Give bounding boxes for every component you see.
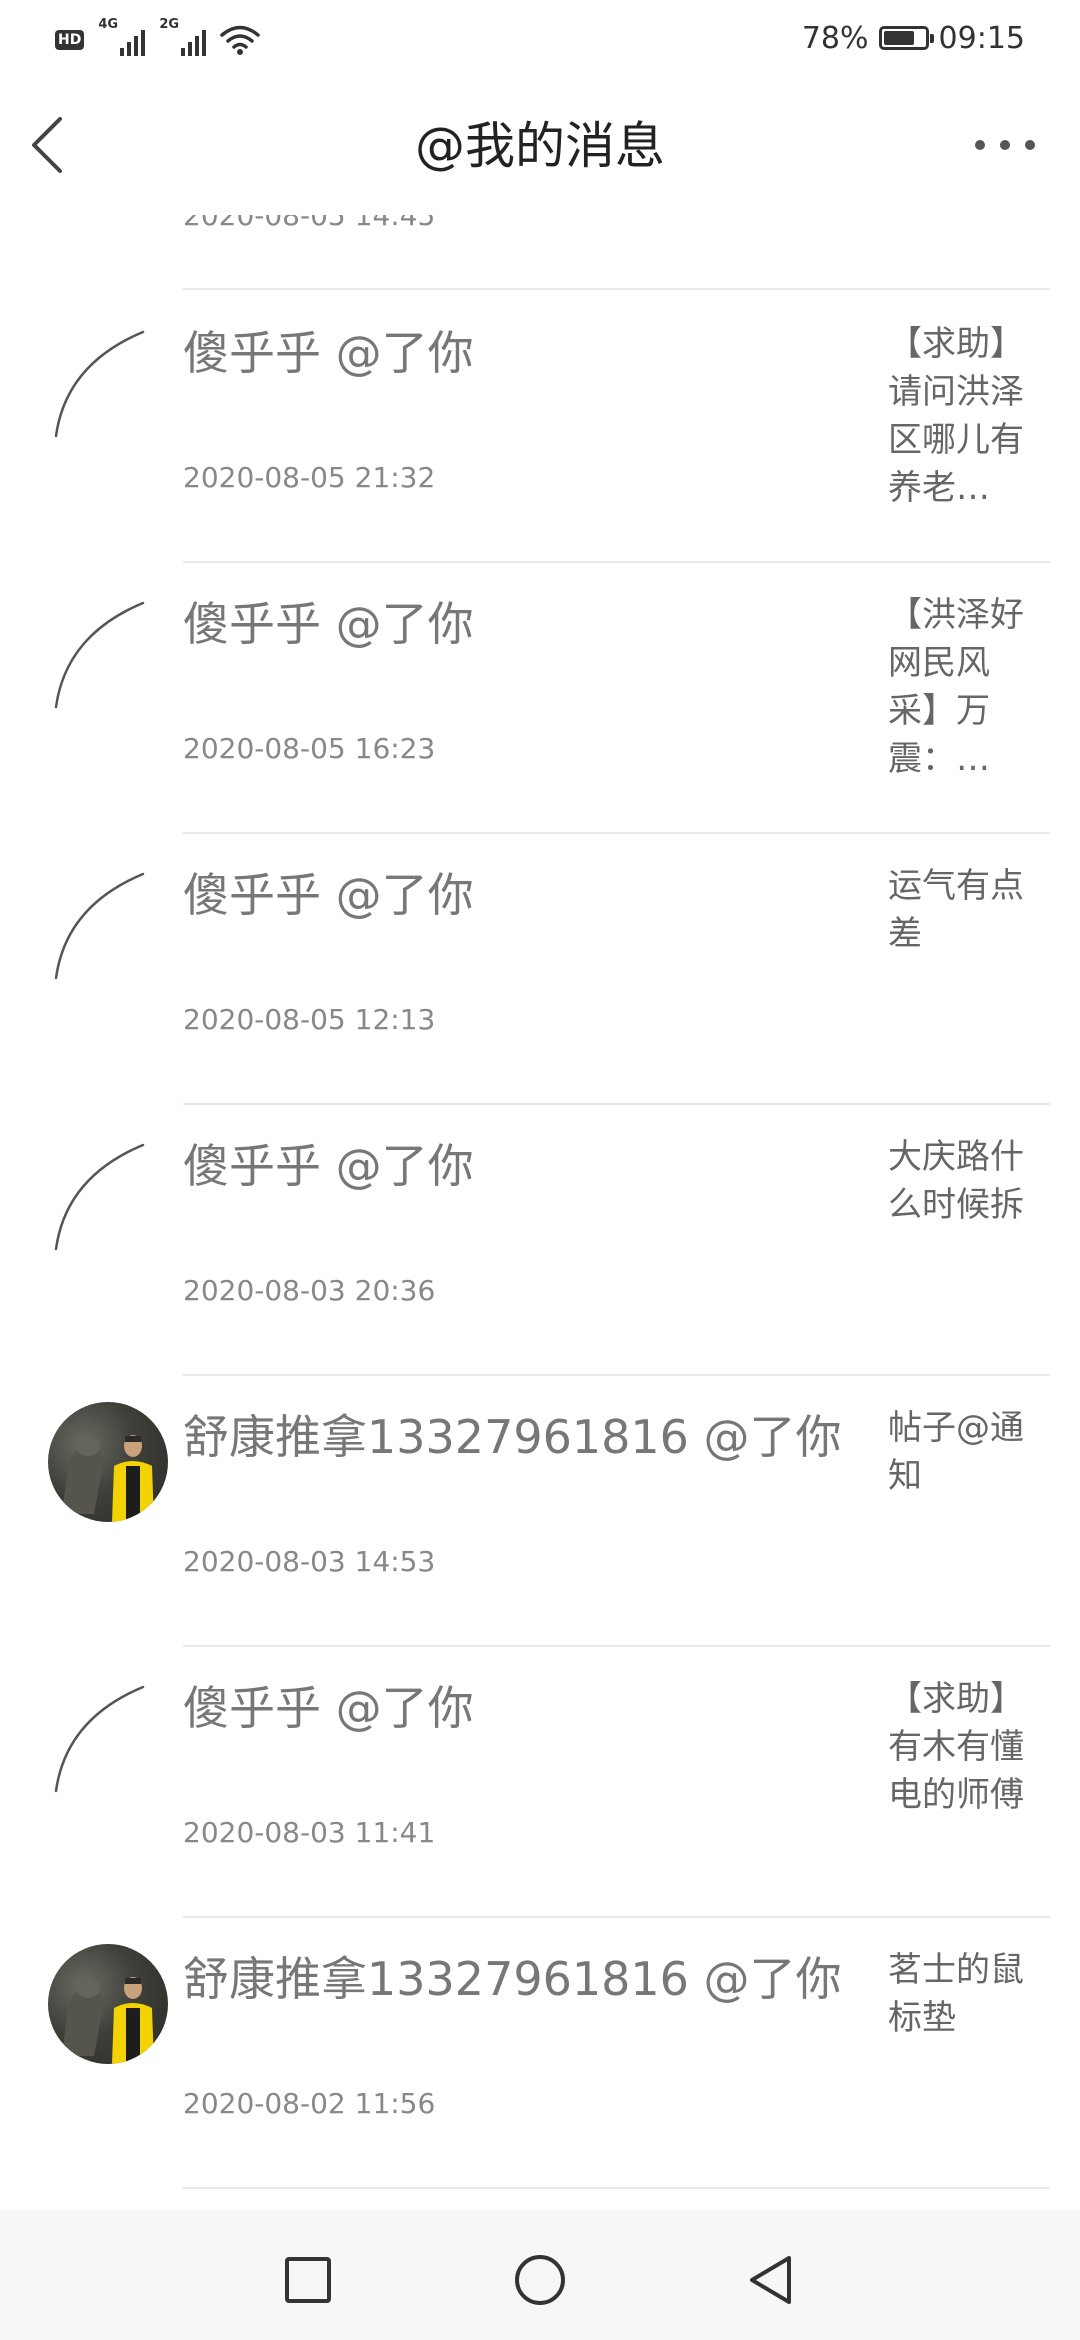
list-item[interactable]: 傻乎乎 @了你 2020-08-05 21:32 【求助】请问洪泽区哪儿有养老… — [0, 290, 1080, 561]
message-time: 2020-08-03 14:53 — [183, 1545, 436, 1578]
system-nav-bar — [0, 2210, 1080, 2340]
avatar[interactable] — [48, 1402, 168, 1522]
hd-badge: HD — [55, 30, 85, 50]
message-time: 2020-08-03 11:41 — [183, 1816, 436, 1849]
message-title: 舒康推拿13327961816 @了你 — [183, 1410, 842, 1464]
clock: 09:15 — [938, 20, 1025, 56]
avatar-loading-icon[interactable] — [48, 1131, 168, 1251]
battery-icon — [878, 26, 934, 50]
message-title: 傻乎乎 @了你 — [183, 326, 474, 380]
post-snippet[interactable]: 【求助】请问洪泽区哪儿有养老… — [888, 320, 1038, 512]
signal-2g: 2G — [159, 17, 207, 56]
screen: HD 4G 2G 78% 09:15 @我的消息 2020-08-05 14:4… — [0, 0, 1080, 2340]
network-4g-label: 4G — [98, 17, 119, 32]
list-item-partial[interactable]: 2020-08-05 14:45 — [0, 215, 1080, 290]
post-snippet[interactable]: 【洪泽好网民风采】万震：… — [888, 591, 1038, 783]
status-right: 78% 09:15 — [802, 18, 1025, 58]
avatar[interactable] — [48, 1944, 168, 2064]
avatar-loading-icon[interactable] — [48, 589, 168, 709]
status-left: HD 4G 2G — [55, 17, 261, 56]
message-time: 2020-08-05 16:23 — [183, 732, 436, 765]
message-time: 2020-08-05 21:32 — [183, 461, 436, 494]
message-time: 2020-08-05 14:45 — [183, 215, 436, 232]
post-snippet[interactable]: 【求助】有木有懂电的师傅 — [888, 1675, 1038, 1819]
avatar-loading-icon[interactable] — [48, 318, 168, 438]
message-title: 傻乎乎 @了你 — [183, 1139, 474, 1193]
post-snippet[interactable]: 茗士的鼠标垫 — [888, 1946, 1038, 2042]
circle-icon[interactable] — [510, 2250, 570, 2310]
message-title: 舒康推拿13327961816 @了你 — [183, 1952, 842, 2006]
page-title: @我的消息 — [415, 117, 665, 175]
post-snippet[interactable]: 帖子@通知 — [888, 1404, 1038, 1500]
list-item[interactable]: 舒康推拿13327961816 @了你 2020-08-02 11:56 茗士的鼠标… — [0, 1916, 1080, 2187]
triangle-back-icon[interactable] — [742, 2250, 802, 2310]
avatar-loading-icon[interactable] — [48, 1673, 168, 1793]
list-item[interactable]: 舒康推拿13327961816 @了你 2020-08-03 14:53 帖子@通知 — [0, 1374, 1080, 1645]
message-time: 2020-08-03 20:36 — [183, 1274, 436, 1307]
wifi-icon — [220, 24, 261, 56]
battery-fill — [883, 31, 914, 45]
list-item[interactable]: 傻乎乎 @了你 2020-08-03 20:36 大庆路什么时候拆 — [0, 1103, 1080, 1374]
more-dots-icon[interactable] — [975, 135, 1035, 155]
post-snippet[interactable]: 大庆路什么时候拆 — [888, 1133, 1038, 1229]
message-list[interactable]: 2020-08-05 14:45 傻乎乎 @了你 2020-08-05 21:32… — [0, 215, 1080, 2210]
message-title: 傻乎乎 @了你 — [183, 1681, 474, 1735]
divider — [183, 2187, 1050, 2189]
list-item[interactable]: 傻乎乎 @了你 2020-08-05 12:13 运气有点差 — [0, 832, 1080, 1103]
signal-4g: 4G — [98, 17, 146, 56]
message-title: 傻乎乎 @了你 — [183, 597, 474, 651]
status-bar: HD 4G 2G 78% 09:15 — [0, 0, 1080, 75]
network-2g-label: 2G — [159, 17, 180, 32]
list-item[interactable]: 傻乎乎 @了你 2020-08-05 16:23 【洪泽好网民风采】万震：… — [0, 561, 1080, 832]
battery-percent: 78% — [801, 20, 869, 56]
avatar-loading-icon[interactable] — [48, 860, 168, 980]
nav-bar: @我的消息 — [0, 75, 1080, 215]
signal-bars-icon — [181, 30, 207, 56]
square-icon[interactable] — [278, 2250, 338, 2310]
message-time: 2020-08-02 11:56 — [183, 2087, 436, 2120]
signal-bars-icon — [120, 30, 146, 56]
message-time: 2020-08-05 12:13 — [183, 1003, 436, 1036]
list-item[interactable]: 傻乎乎 @了你 2020-08-03 11:41 【求助】有木有懂电的师傅 — [0, 1645, 1080, 1916]
post-snippet[interactable]: 运气有点差 — [888, 862, 1038, 958]
message-title: 傻乎乎 @了你 — [183, 868, 474, 922]
